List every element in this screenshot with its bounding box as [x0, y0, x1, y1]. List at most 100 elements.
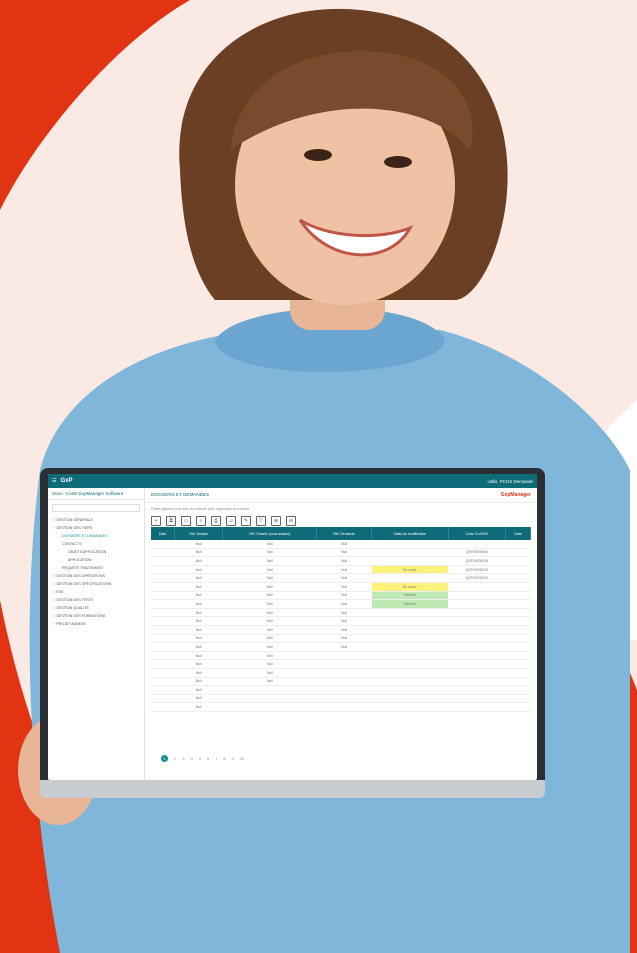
table-cell: [371, 625, 449, 635]
table-row[interactable]: Null Null Null QSP00000012: [151, 573, 531, 583]
table-cell: [151, 702, 175, 712]
table-cell: Null: [174, 582, 223, 592]
search-icon[interactable]: ⌕: [196, 516, 206, 526]
table-cell: [316, 651, 372, 661]
document-icon[interactable]: ▭: [181, 516, 191, 526]
column-header[interactable]: Date: [151, 527, 176, 540]
table-row[interactable]: Null Null: [151, 659, 531, 669]
menu-icon[interactable]: ☰: [52, 478, 56, 484]
sidebar-item[interactable]: › GESTION GÉNÉRALE: [48, 516, 144, 524]
column-header[interactable]: Code CLASSE: [448, 527, 507, 540]
table-row[interactable]: Null: [151, 685, 531, 695]
table-cell: Null: [222, 608, 317, 618]
sidebar-search-input[interactable]: [52, 504, 140, 512]
page-number[interactable]: 1: [161, 755, 168, 762]
table-cell: [316, 668, 372, 678]
table-cell: [151, 651, 175, 661]
sidebar-item[interactable]: DOSSIERS ET DEMANDES: [48, 532, 144, 540]
table-cell: [151, 659, 175, 669]
column-header[interactable]: Date: [505, 527, 531, 540]
table-row[interactable]: Null Null: [151, 651, 531, 661]
column-header[interactable]: Réf. Dossier: [174, 527, 224, 540]
filter-icon[interactable]: ▽: [256, 516, 266, 526]
table-row[interactable]: Null Null Null: [151, 625, 531, 635]
page-number[interactable]: 6: [207, 756, 209, 761]
table-cell: [505, 668, 531, 678]
table-cell: [151, 540, 175, 549]
table-cell: Null: [222, 565, 317, 575]
page-number[interactable]: 3: [182, 756, 184, 761]
page-number[interactable]: 5: [199, 756, 201, 761]
table-cell: Null: [316, 608, 372, 618]
copy-icon[interactable]: ⧉: [166, 516, 176, 526]
table-cell: [505, 651, 531, 661]
table-row[interactable]: Null Null Null Terminé: [151, 599, 531, 609]
table-row[interactable]: Null Null Null En cours QSP00000010: [151, 565, 531, 575]
users-icon[interactable]: ☺: [226, 516, 236, 526]
page-number[interactable]: 2: [174, 756, 176, 761]
table-row[interactable]: Null Null: [151, 668, 531, 678]
table-cell: [371, 616, 449, 626]
sidebar-item[interactable]: › GESTION QUALITÉ: [48, 604, 144, 612]
column-header[interactable]: Statut de modification: [371, 527, 449, 540]
zoom-out-icon[interactable]: ⊖: [286, 516, 296, 526]
table-cell: [448, 668, 506, 678]
edit-icon[interactable]: ✎: [241, 516, 251, 526]
page-number[interactable]: 8: [223, 756, 225, 761]
grid-toolbar: + ⧉ ▭ ⌕ ⎙ ☺ ✎ ▽ ⊕ ⊖: [145, 515, 537, 527]
group-by-hint: Faites glisser ici un titre de colonne p…: [151, 507, 250, 511]
table-row[interactable]: Null Null Null QSP00000008: [151, 556, 531, 566]
sidebar-item[interactable]: › GESTION DES OPÉRATIONS: [48, 572, 144, 580]
table-cell: Null: [174, 573, 223, 583]
table-cell: Null: [222, 582, 317, 592]
table-cell: Null: [174, 616, 223, 626]
table-cell: [505, 634, 531, 644]
table-cell: [505, 642, 531, 652]
column-header[interactable]: Réf. Dossier (sous-dossier): [222, 527, 318, 540]
page-number[interactable]: 4: [190, 756, 192, 761]
sidebar-item[interactable]: › GESTION DES FORMATIONS: [48, 612, 144, 620]
sidebar-header: Suivi - CA56 GxpManager Software: [48, 488, 144, 500]
sidebar-item[interactable]: APPLICATION: [48, 556, 144, 564]
column-header[interactable]: Réf. Demande: [316, 527, 373, 540]
table-row[interactable]: Null Null Null QSP00000006: [151, 548, 531, 558]
sidebar-item[interactable]: › GESTION DES TIERS: [48, 524, 144, 532]
table-row[interactable]: Null Null Null: [151, 642, 531, 652]
table-row[interactable]: Null: [151, 702, 531, 712]
table-row[interactable]: Null Null Null En cours: [151, 582, 531, 592]
page-number[interactable]: 9: [232, 756, 234, 761]
table-row[interactable]: Null Null Null: [151, 608, 531, 618]
table-row[interactable]: Null: [151, 694, 531, 704]
new-document-icon[interactable]: +: [151, 516, 161, 526]
sidebar-item[interactable]: › GESTION DES TESTS: [48, 596, 144, 604]
sidebar-item[interactable]: › PROJET ANNEXE: [48, 620, 144, 628]
table-row[interactable]: Null Null Null: [151, 540, 531, 549]
user-menu[interactable]: Utilis. PCHS Demande: [487, 479, 533, 484]
table-cell: [151, 677, 175, 687]
table-row[interactable]: Null Null Null: [151, 616, 531, 626]
table-cell: [505, 548, 531, 558]
print-icon[interactable]: ⎙: [211, 516, 221, 526]
page-number[interactable]: 10: [240, 756, 244, 761]
page-title-bar: DOSSIERS ET DEMANDES GxpManager: [145, 488, 537, 503]
table-cell: Null: [222, 659, 317, 669]
table-row[interactable]: Null Null Null Terminé: [151, 591, 531, 601]
table-cell: Null: [174, 608, 223, 618]
table-cell: Null: [174, 565, 223, 575]
sidebar-item[interactable]: › GESTION DES SPÉCIFICATIONS: [48, 580, 144, 588]
table-cell: [222, 702, 317, 712]
sidebar-item[interactable]: › KSS: [48, 588, 144, 596]
table-row[interactable]: Null Null Null: [151, 634, 531, 644]
zoom-in-icon[interactable]: ⊕: [271, 516, 281, 526]
sidebar-item[interactable]: CONTACTS: [48, 540, 144, 548]
table-row[interactable]: Null Null: [151, 677, 531, 687]
sidebar-item[interactable]: REQUÊTE TRAITEMENT: [48, 564, 144, 572]
table-cell: [371, 634, 449, 644]
page-number[interactable]: 7: [215, 756, 217, 761]
sidebar-item[interactable]: OBJETS APPLICATION: [48, 548, 144, 556]
right-eye: [384, 156, 412, 168]
grid-body: Null Null Null Null Null Null QSP00000006 Null N…: [151, 540, 531, 712]
table-cell: [151, 565, 175, 575]
table-cell: Null: [174, 642, 223, 652]
table-cell: Null: [174, 591, 223, 601]
